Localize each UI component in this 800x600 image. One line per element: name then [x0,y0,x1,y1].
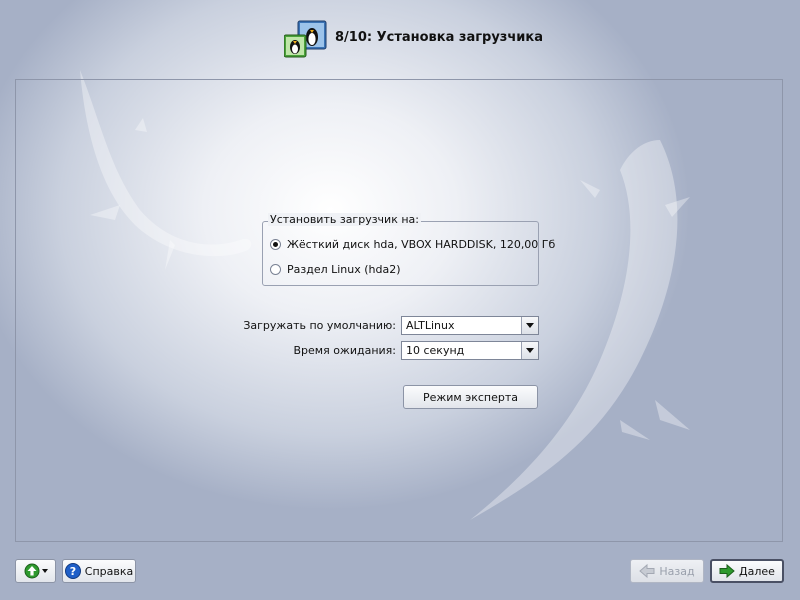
default-boot-value: ALTLinux [406,319,455,332]
radio-label-hard-disk: Жёсткий диск hda, VBOX HARDDISK, 120,00 … [287,237,556,251]
chevron-down-icon[interactable] [521,317,538,334]
help-label: Справка [84,564,134,578]
content-frame [15,79,783,542]
help-icon: ? [64,563,81,579]
dropdown-arrow-icon [41,569,48,573]
chevron-down-icon[interactable] [521,342,538,359]
default-boot-select[interactable]: ALTLinux [401,316,539,335]
timeout-label: Время ожидания: [293,344,396,357]
green-up-arrow-icon [24,563,39,579]
back-label: Назад [659,564,695,578]
svg-text:?: ? [70,565,76,578]
expert-mode-button[interactable]: Режим эксперта [403,385,538,409]
radio-button-linux-partition[interactable] [270,263,281,275]
penguin-installer-icon [284,20,327,58]
radio-label-linux-partition: Раздел Linux (hda2) [287,262,401,276]
menu-button[interactable] [15,559,56,583]
timeout-select[interactable]: 10 секунд [401,341,539,360]
help-button[interactable]: ? Справка [62,559,136,583]
radio-option-linux-partition[interactable]: Раздел Linux (hda2) [270,261,401,277]
arrow-left-icon [639,563,655,579]
header: 8/10: Установка загрузчика [0,20,800,60]
arrow-right-icon [719,563,735,579]
next-label: Далее [739,564,775,578]
timeout-value: 10 секунд [406,344,465,357]
next-button[interactable]: Далее [710,559,784,583]
radio-button-hard-disk[interactable] [270,238,281,250]
expert-mode-label: Режим эксперта [422,390,519,404]
radio-option-hard-disk[interactable]: Жёсткий диск hda, VBOX HARDDISK, 120,00 … [270,236,555,252]
default-boot-label: Загружать по умолчанию: [243,319,396,332]
page-title: 8/10: Установка загрузчика [335,30,543,45]
back-button[interactable]: Назад [630,559,704,583]
bootloader-target-legend: Установить загрузчик на: [268,213,421,226]
